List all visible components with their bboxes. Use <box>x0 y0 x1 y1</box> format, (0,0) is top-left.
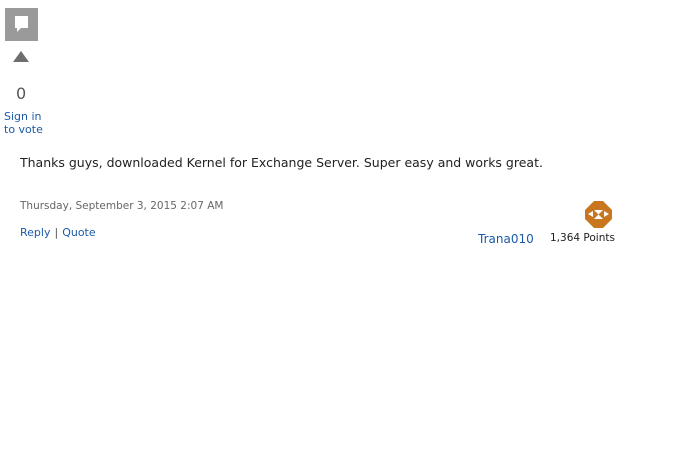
author-points: 1,364 Points <box>550 232 615 244</box>
vote-count: 0 <box>16 84 27 103</box>
to-vote-label: to vote <box>4 123 43 136</box>
up-arrow-icon[interactable] <box>13 51 29 62</box>
avatar-identicon[interactable] <box>585 201 612 228</box>
actions-separator: | <box>54 226 59 239</box>
reply-link[interactable]: Reply <box>20 226 50 239</box>
post-message: Thanks guys, downloaded Kernel for Excha… <box>20 155 543 170</box>
sign-in-to-vote-link[interactable]: Sign in to vote <box>4 110 43 136</box>
post-actions: Reply | Quote <box>20 226 96 239</box>
sign-in-label: Sign in <box>4 110 42 123</box>
author-name-link[interactable]: Trana010 <box>478 232 534 246</box>
post-timestamp: Thursday, September 3, 2015 2:07 AM <box>20 200 224 212</box>
vote-box <box>5 8 38 41</box>
comment-icon <box>15 16 28 32</box>
quote-link[interactable]: Quote <box>62 226 95 239</box>
